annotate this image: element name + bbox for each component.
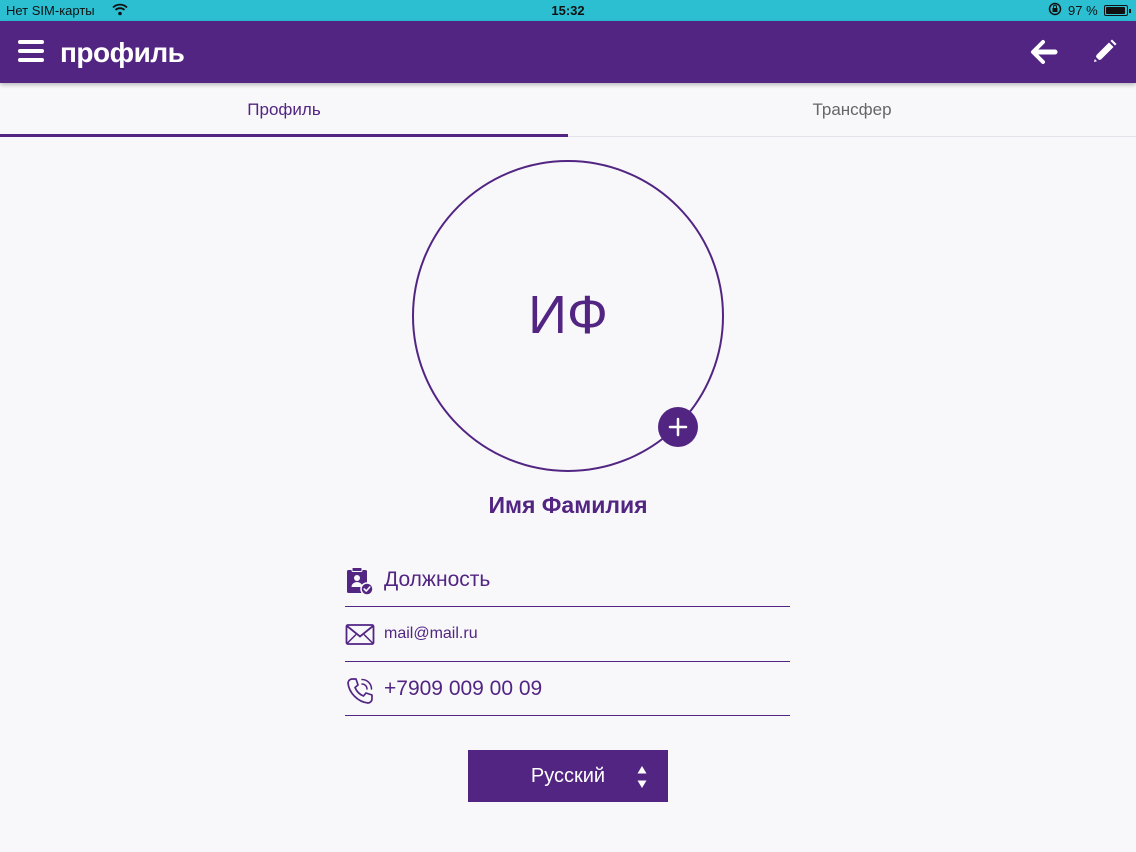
plus-icon	[668, 417, 688, 437]
menu-icon[interactable]	[18, 40, 44, 62]
tab-profile[interactable]: Профиль	[0, 83, 568, 137]
phone-value: +7909 009 00 09	[384, 677, 543, 700]
tab-bar: Профиль Трансфер	[0, 83, 1136, 137]
app-header: профиль	[0, 21, 1136, 83]
email-value: mail@mail.ru	[384, 625, 478, 642]
phone-field[interactable]: +7909 009 00 09	[345, 668, 790, 716]
id-badge-icon	[345, 566, 375, 601]
sort-arrows-icon	[637, 766, 647, 788]
position-value: Должность	[384, 568, 491, 591]
phone-icon	[345, 676, 375, 711]
add-photo-button[interactable]	[658, 407, 698, 447]
active-tab-indicator	[0, 134, 568, 137]
page-title: профиль	[60, 37, 185, 68]
battery-percent: 97 %	[1068, 3, 1098, 18]
position-field[interactable]: Должность	[345, 560, 790, 607]
avatar-initials: ИФ	[528, 285, 608, 345]
language-select[interactable]: Русский	[468, 750, 668, 802]
status-bar: Нет SIM-карты 15:32 97 %	[0, 0, 1136, 21]
arrow-left-icon[interactable]	[1030, 38, 1058, 66]
tab-transfer[interactable]: Трансфер	[568, 83, 1136, 137]
email-field[interactable]: mail@mail.ru	[345, 614, 790, 662]
orientation-lock-icon	[1048, 2, 1062, 19]
pencil-icon[interactable]	[1090, 38, 1118, 66]
mail-icon	[345, 623, 375, 652]
battery-icon	[1104, 5, 1131, 16]
user-name: Имя Фамилия	[488, 492, 648, 518]
clock: 15:32	[551, 3, 585, 18]
